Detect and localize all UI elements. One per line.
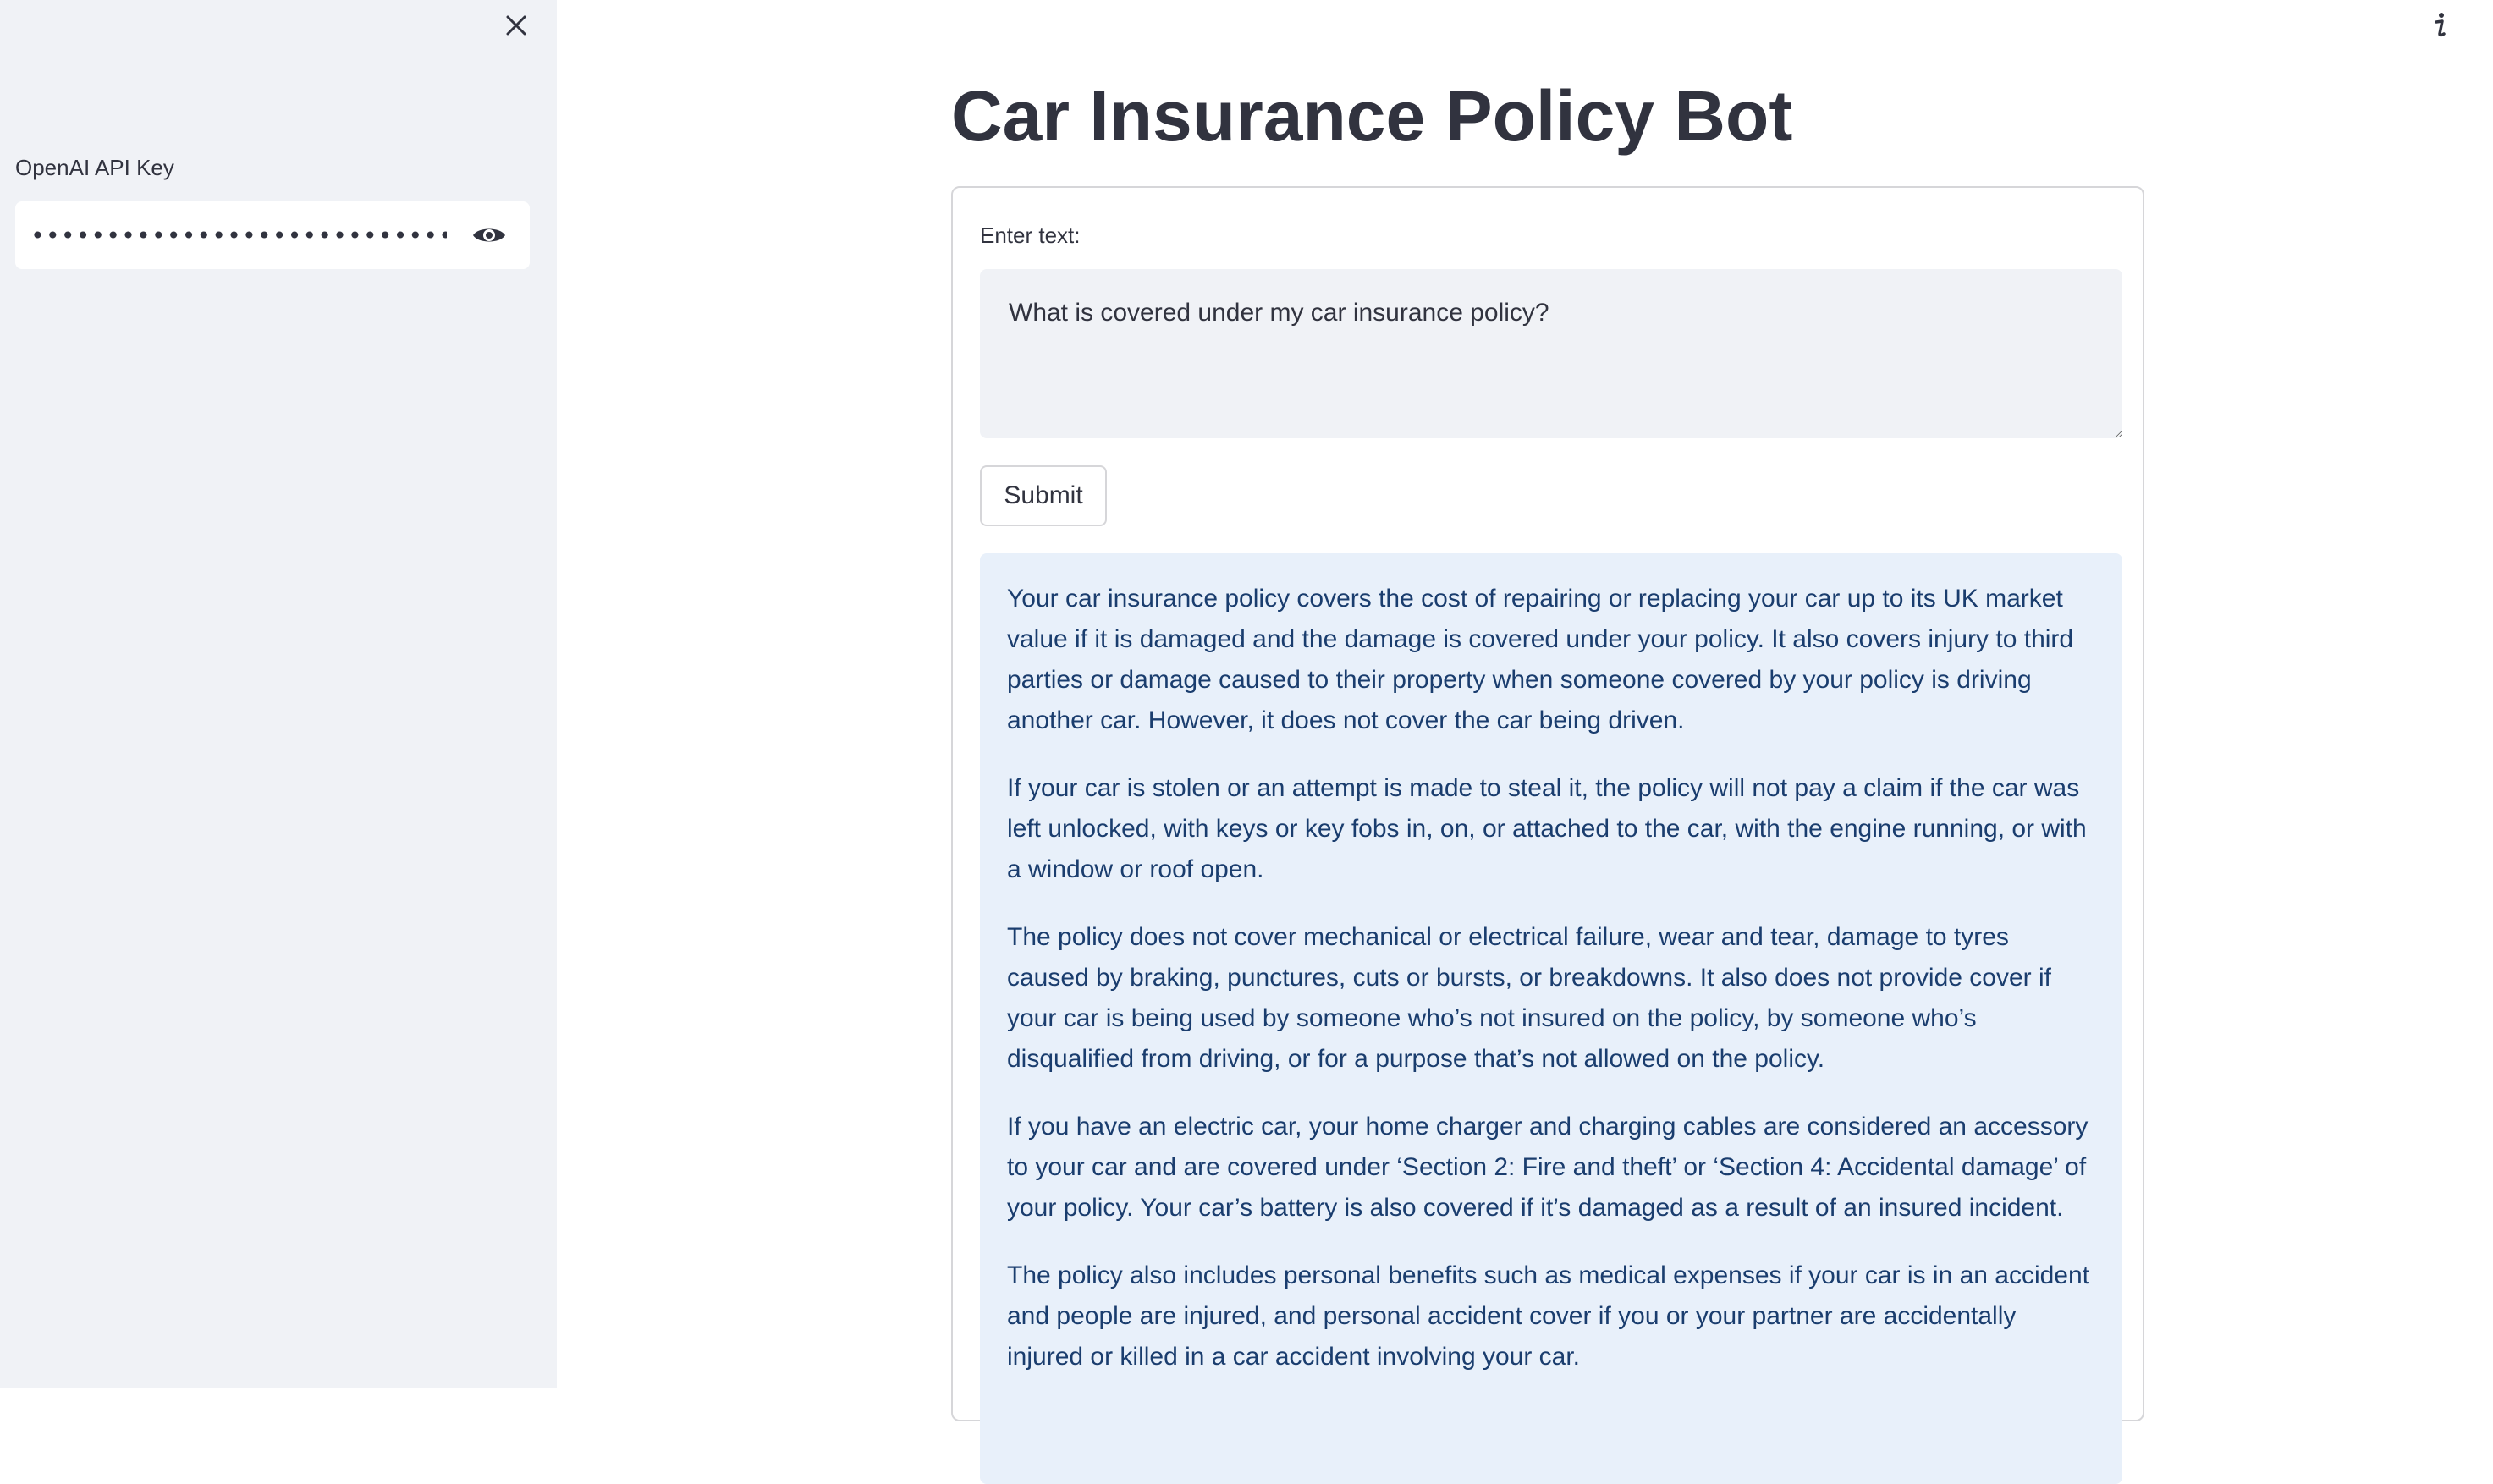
answer-paragraph: If your car is stolen or an attempt is m…	[1007, 774, 2087, 883]
api-key-field	[15, 201, 530, 269]
query-textarea[interactable]: What is covered under my car insurance p…	[980, 269, 2122, 438]
answer-paragraph: Your car insurance policy covers the cos…	[1007, 585, 2074, 734]
answer-paragraph: The policy does not cover mechanical or …	[1007, 923, 2051, 1073]
api-key-label: OpenAI API Key	[15, 155, 174, 180]
info-icon	[2435, 13, 2446, 37]
sidebar: OpenAI API Key	[0, 0, 557, 1388]
page-title: Car Insurance Policy Bot	[951, 76, 1793, 156]
query-form: Enter text: What is covered under my car…	[951, 186, 2144, 1484]
eye-icon	[473, 228, 505, 242]
answer-box: Your car insurance policy covers the cos…	[980, 553, 2122, 1484]
show-password-button[interactable]	[455, 217, 523, 254]
answer-paragraph: The policy also includes personal benefi…	[1007, 1261, 2090, 1371]
close-icon	[506, 15, 526, 36]
enter-text-label: Enter text:	[980, 223, 1081, 248]
api-key-input[interactable]	[15, 201, 447, 269]
close-sidebar-button[interactable]	[499, 8, 533, 42]
info-button[interactable]	[2424, 8, 2457, 42]
submit-button[interactable]: Submit	[980, 465, 1107, 526]
answer-paragraph: If you have an electric car, your home c…	[1007, 1113, 2089, 1222]
